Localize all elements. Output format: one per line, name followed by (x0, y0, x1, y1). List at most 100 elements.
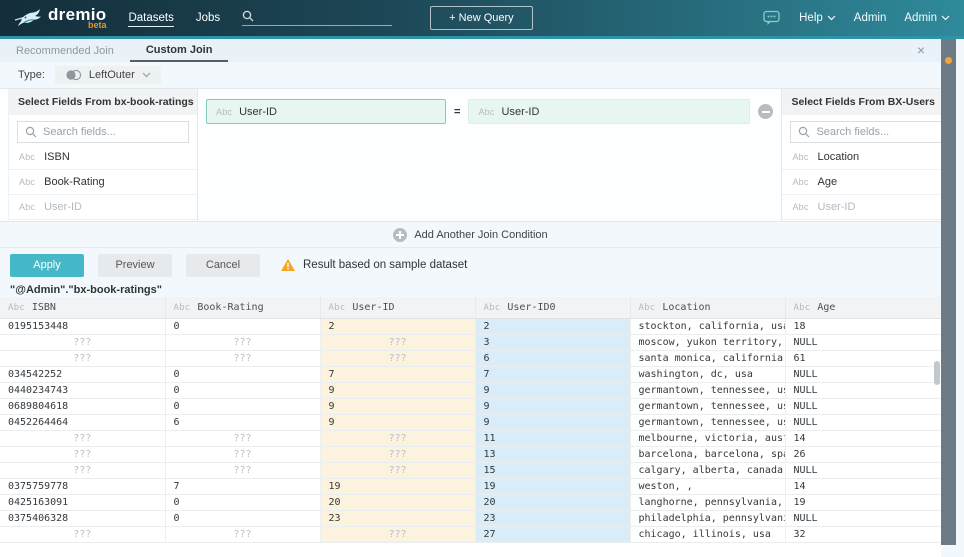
table-cell: ??? (164, 334, 320, 351)
table-cell: 32 (784, 526, 941, 543)
text-type-icon: Abc (483, 302, 501, 313)
nav-item-datasets[interactable]: Datasets (128, 10, 174, 27)
column-header-location[interactable]: Abc Location (629, 297, 785, 319)
admin-user-menu[interactable]: Admin (904, 12, 950, 24)
tab-custom-join[interactable]: Custom Join (129, 39, 229, 62)
text-type-icon: Abc (478, 106, 495, 117)
condition-right-field-chip[interactable]: Abc User-ID (468, 99, 751, 124)
apply-button[interactable]: Apply (10, 253, 84, 277)
right-fields-search-input[interactable] (816, 126, 937, 138)
field-item-book-rating[interactable]: Abc Book-Rating (9, 170, 197, 195)
warning-text: Result based on sample dataset (303, 259, 468, 271)
column-name: Age (817, 301, 836, 313)
global-search-input[interactable] (260, 10, 381, 22)
nav-item-jobs[interactable]: Jobs (196, 10, 220, 27)
left-fields-search[interactable] (17, 121, 189, 143)
right-scrollbar-rail[interactable] (941, 39, 956, 545)
close-icon[interactable]: × (913, 42, 929, 58)
chevron-down-icon (142, 72, 151, 78)
cancel-button[interactable]: Cancel (186, 253, 260, 277)
help-menu[interactable]: Help (799, 12, 836, 24)
right-fields-panel: Select Fields From BX-Users AbcLocationA… (781, 89, 954, 221)
tab-recommended-join[interactable]: Recommended Join (0, 39, 130, 62)
condition-left-field-chip[interactable]: Abc User-ID (206, 99, 446, 124)
field-item-age[interactable]: Abc Age (782, 170, 953, 195)
join-type-select[interactable]: LeftOuter (54, 66, 161, 84)
admin-user-label: Admin (904, 12, 937, 24)
text-type-icon: Abc (19, 177, 36, 187)
table-cell: 11 (474, 430, 630, 447)
add-join-condition-button[interactable]: Add Another Join Condition (0, 222, 941, 248)
table-cell: ??? (319, 430, 475, 447)
admin-link[interactable]: Admin (854, 12, 887, 24)
search-icon (242, 10, 254, 22)
table-cell: 18 (784, 318, 941, 335)
top-navbar: dremio beta Datasets Jobs + New Query He… (0, 0, 964, 36)
remove-condition-icon[interactable] (758, 104, 774, 119)
field-item-user-id[interactable]: Abc User-ID (782, 195, 953, 220)
table-cell: 23 (319, 510, 475, 527)
text-type-icon: Abc (8, 302, 25, 313)
chevron-down-icon (827, 15, 836, 21)
global-search[interactable] (242, 10, 393, 26)
new-query-button[interactable]: + New Query (430, 6, 533, 30)
column-header-age[interactable]: Abc Age (784, 297, 941, 319)
column-name: Book-Rating (197, 301, 264, 313)
column-header-isbn[interactable]: Abc ISBN (0, 297, 165, 319)
help-label: Help (799, 12, 823, 24)
table-cell: 0689804618 (0, 398, 165, 415)
table-cell: 9 (319, 398, 475, 415)
preview-button[interactable]: Preview (98, 253, 172, 277)
join-type-row: Type: LeftOuter (0, 62, 941, 88)
chat-icon[interactable] (763, 10, 781, 26)
right-fields-search[interactable] (790, 121, 945, 143)
table-cell: 7 (474, 366, 630, 383)
text-type-icon: Abc (638, 302, 656, 313)
add-join-condition-label: Add Another Join Condition (414, 228, 548, 241)
field-item-user-id[interactable]: Abc User-ID (9, 195, 197, 220)
table-cell: 9 (319, 382, 475, 399)
field-item-isbn[interactable]: Abc ISBN (9, 145, 197, 170)
rail-marker-dot (945, 57, 952, 64)
column-header-user-id0[interactable]: Abc User-ID0 (474, 297, 630, 319)
text-type-icon: Abc (792, 202, 809, 212)
table-cell: 9 (474, 398, 630, 415)
field-item-location[interactable]: Abc Location (782, 145, 953, 170)
table-cell: moscow, yukon territory, russia (629, 334, 785, 351)
table-body: 0195153448 0 2 2 stockton, california, usa 18… (0, 318, 941, 543)
column-header-book-rating[interactable]: Abc Book-Rating (164, 297, 320, 319)
table-cell: ??? (0, 350, 165, 367)
table-cell: 14 (784, 478, 941, 495)
table-cell: weston, , (629, 478, 785, 495)
table-cell: 20 (474, 494, 630, 511)
dremio-logo[interactable]: dremio beta (14, 6, 106, 30)
join-type-value: LeftOuter (88, 69, 135, 81)
table-cell: ??? (319, 334, 475, 351)
beta-badge: beta (87, 20, 107, 30)
table-cell: germantown, tennessee, usa (629, 398, 785, 415)
table-cell: 0 (164, 510, 320, 527)
result-table: Abc ISBN Abc Book-Rating Abc User-ID Abc User-I… (0, 297, 941, 543)
table-row: 0452264464 6 9 9 germantown, tennessee, usa N… (0, 414, 941, 431)
table-row: 0425163091 0 20 20 langhorne, pennsylvania, … (0, 494, 941, 511)
table-scrollbar-thumb[interactable] (934, 361, 940, 385)
field-name: User-ID (44, 201, 82, 213)
table-cell: 19 (784, 494, 941, 511)
plus-icon (393, 227, 408, 242)
search-icon (25, 126, 37, 138)
table-cell: ??? (164, 462, 320, 479)
table-cell: 0195153448 (0, 318, 165, 335)
column-header-user-id[interactable]: Abc User-ID (319, 297, 475, 319)
table-cell: 19 (474, 478, 630, 495)
table-cell: ??? (0, 462, 165, 479)
join-tabbar: Recommended Join Custom Join × (0, 39, 941, 62)
table-cell: ??? (319, 446, 475, 463)
left-fields-search-input[interactable] (43, 126, 163, 138)
field-name: User-ID (817, 201, 856, 213)
table-cell: 19 (319, 478, 475, 495)
text-type-icon: Abc (792, 152, 809, 162)
table-cell: 9 (474, 382, 630, 399)
table-row: ????????? 15 calgary, alberta, canada NULL (0, 462, 941, 479)
table-cell: NULL (784, 462, 941, 479)
table-cell: washington, dc, usa (629, 366, 785, 383)
